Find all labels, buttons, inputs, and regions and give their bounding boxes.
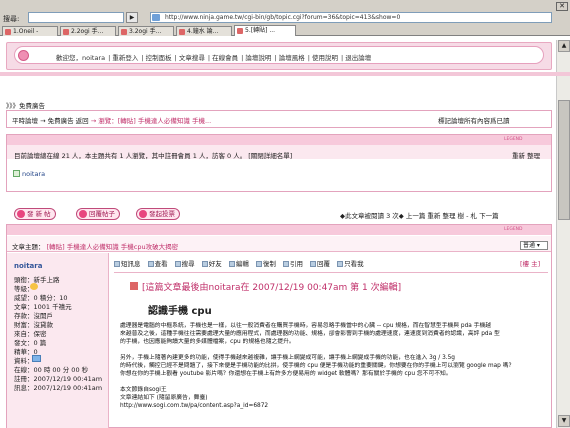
page-icon — [152, 14, 160, 21]
nav-forum-help[interactable]: 論壇說明 — [245, 54, 271, 62]
body-line: 來越普及之後，這種手機往往需要處理大量的應用程式，而處理器的功能、規格，卻會影響… — [120, 331, 500, 337]
friend-button[interactable]: 好友 — [201, 258, 222, 268]
quote-button[interactable]: 引用 — [282, 258, 303, 268]
new-post-icon — [17, 210, 25, 218]
breadcrumb-forum[interactable]: 平時論壇 → 免費廣告 — [12, 117, 74, 125]
tab-2[interactable]: 2.2ogi 手... — [60, 26, 116, 36]
filter-icon — [337, 261, 344, 267]
nav-logout[interactable]: 退出論壇 — [345, 54, 371, 62]
profile-icon[interactable] — [32, 355, 41, 362]
nav-control-panel[interactable]: 控制面板 — [146, 54, 172, 62]
breadcrumb: 平時論壇 → 免費廣告 返回 → 瀏覽：[轉貼] 手機達人必備知識 手機... — [12, 115, 382, 125]
tab-5-active[interactable]: 5.[轉貼] ... — [234, 25, 296, 36]
friend-icon — [201, 261, 208, 267]
body-line: 另外，手機上隨著內建更多的功能，使得手機越來越複雜，讓手機上網變成可能，讓手機上… — [120, 355, 455, 361]
reply-icon — [79, 210, 87, 218]
body-line: 本文節錄自sogi王 — [120, 387, 167, 393]
subject-text: [轉貼] 手機達人必備知識 手機cpu攻破大揭密 — [46, 243, 179, 251]
forum-nav-links: 歡迎您，noitara | 重新登入 | 控制面板 | 文章搜尋 | 在線會員 | 論壇說… — [56, 54, 372, 62]
copy-button[interactable]: 復制 — [255, 258, 276, 268]
tab-favicon-icon — [179, 29, 185, 35]
breadcrumb-back[interactable]: 返回 — [76, 117, 89, 125]
new-poll-button[interactable]: 發起投票 — [136, 208, 180, 220]
quote-icon — [282, 261, 289, 267]
thread-legend: LEGEND — [504, 227, 523, 232]
body-line: 的時代後，觸控已經不是問題了，接下來便是手機功能的比拼，使手機的 cpu 便是手… — [120, 363, 515, 369]
search-input[interactable] — [28, 12, 124, 23]
body-line: 的手機，也因應能夠讀大量的多媒體檔案，cpu 的規格也隨之提升。 — [120, 339, 295, 345]
poll-icon — [139, 210, 147, 218]
breadcrumb-trail[interactable]: → 瀏覽：[轉貼] 手機達人必備知識 手機... — [91, 117, 211, 125]
nav-search[interactable]: 文章搜尋 — [179, 54, 205, 62]
reply-icon — [310, 261, 317, 267]
view-icon — [147, 261, 154, 267]
thread-subject: 文章主題： [轉貼] 手機達人必備知識 手機cpu攻破大揭密 — [12, 241, 178, 251]
page-scrollbar[interactable]: ▲ ▼ — [556, 40, 570, 428]
search-go-button[interactable]: ▶ — [126, 12, 138, 23]
nav-forum-style[interactable]: 論壇風格 — [279, 54, 305, 62]
author-name[interactable]: noitara — [14, 262, 42, 270]
message-icon — [114, 261, 120, 267]
online-panel-bar — [7, 135, 551, 145]
post-icon — [130, 282, 138, 290]
view-button[interactable]: 查看 — [147, 258, 168, 268]
search-label: 搜尋: — [3, 15, 20, 23]
thread-bar — [7, 225, 551, 235]
nav-welcome[interactable]: 歡迎您，noitara — [56, 54, 105, 62]
scroll-up-icon[interactable]: ▲ — [558, 40, 570, 52]
nav-relogin[interactable]: 重新登入 — [112, 54, 138, 62]
tab-favicon-icon — [121, 29, 127, 35]
tab-strip: 1.Oneil - 2.2ogi 手... 3.2ogi 手... 4.鐘水 論… — [0, 25, 570, 37]
address-bar[interactable]: http://www.ninja.game.tw/cgi-bin/gb/topi… — [150, 12, 552, 23]
reply-post-button[interactable]: 回覆 — [310, 258, 330, 268]
online-user[interactable]: noitara — [22, 170, 45, 178]
nav-online-members[interactable]: 在線會員 — [212, 54, 238, 62]
online-panel-legend: LEGEND — [504, 137, 523, 142]
only-author-button[interactable]: 只看我 — [337, 258, 364, 268]
copy-icon — [255, 261, 262, 267]
nav-usage[interactable]: 使用說明 — [312, 54, 338, 62]
tab-1[interactable]: 1.Oneil - — [2, 26, 58, 36]
tab-3[interactable]: 3.2ogi 手... — [118, 26, 174, 36]
refresh-link[interactable]: 重新 整理 — [512, 150, 540, 160]
scroll-down-icon[interactable]: ▼ — [558, 415, 570, 427]
tab-4[interactable]: 4.鐘水 論... — [176, 26, 232, 36]
message-button[interactable]: 短訊息 — [114, 258, 141, 268]
tab-favicon-icon — [5, 29, 11, 35]
mark-read-link[interactable]: 標記論壇所有內容爲已讀 — [438, 115, 510, 125]
body-line: 你想在你的手機上觀看 youtube 影片嗎？你還想在手機上有許多方便易用的 w… — [120, 371, 452, 377]
thread-navigation[interactable]: ◆此文章被閱讀 3 次◆ 上一篇 重新 整理 樹 - 札 下一篇 — [340, 210, 499, 220]
ad-title: 》》》免費廣告 — [6, 102, 45, 110]
view-mode-select[interactable]: 普通 ▾ — [520, 241, 548, 250]
forum-logo-icon — [18, 50, 29, 61]
post-floor-label: [樓 主] — [520, 260, 541, 268]
close-icon[interactable]: ✕ — [556, 2, 568, 11]
post-toolbar: 短訊息 查看 搜尋 好友 編輯 復制 引用 回覆 只看我 — [114, 258, 369, 268]
edit-meta: [這篇文章最後由noitara在 2007/12/19 00:47am 第 1 … — [142, 283, 402, 293]
level-smiley-icon — [30, 283, 38, 290]
reply-button[interactable]: 回覆帖子 — [76, 208, 120, 220]
body-line: 處理器是電腦的中樞系統，手機也是一樣，以往一般消費者在購買手機時，容易忽略手機當… — [120, 323, 492, 329]
header-strip — [0, 72, 570, 76]
edit-meta-user[interactable]: noitara — [209, 283, 241, 293]
subject-label: 文章主題： — [12, 243, 45, 251]
user-online-icon — [13, 170, 20, 177]
post-title: 認識手機 cpu — [148, 306, 212, 317]
body-line: 文章連結如下 (隨留原廣告，舞臺) — [120, 395, 208, 401]
search-button[interactable]: 搜尋 — [174, 258, 195, 268]
edit-button[interactable]: 編輯 — [228, 258, 249, 268]
new-post-button[interactable]: 發 新 帖 — [14, 208, 56, 220]
tab-favicon-icon — [237, 28, 243, 34]
author-last-seen: 訊息：2007/12/19 00:41am — [14, 384, 103, 392]
post-divider — [114, 272, 548, 273]
tab-favicon-icon — [63, 29, 69, 35]
online-stats: 目前論壇總在線 21 人，本主題共有 1 人瀏覽，其中註冊會員 1 人，訪客 0… — [14, 152, 293, 160]
edit-icon — [228, 261, 235, 267]
source-link[interactable]: http://www.sogi.com.tw/pa/content.asp?a_… — [120, 402, 550, 410]
scroll-thumb[interactable] — [558, 100, 570, 220]
search-icon — [174, 261, 181, 267]
